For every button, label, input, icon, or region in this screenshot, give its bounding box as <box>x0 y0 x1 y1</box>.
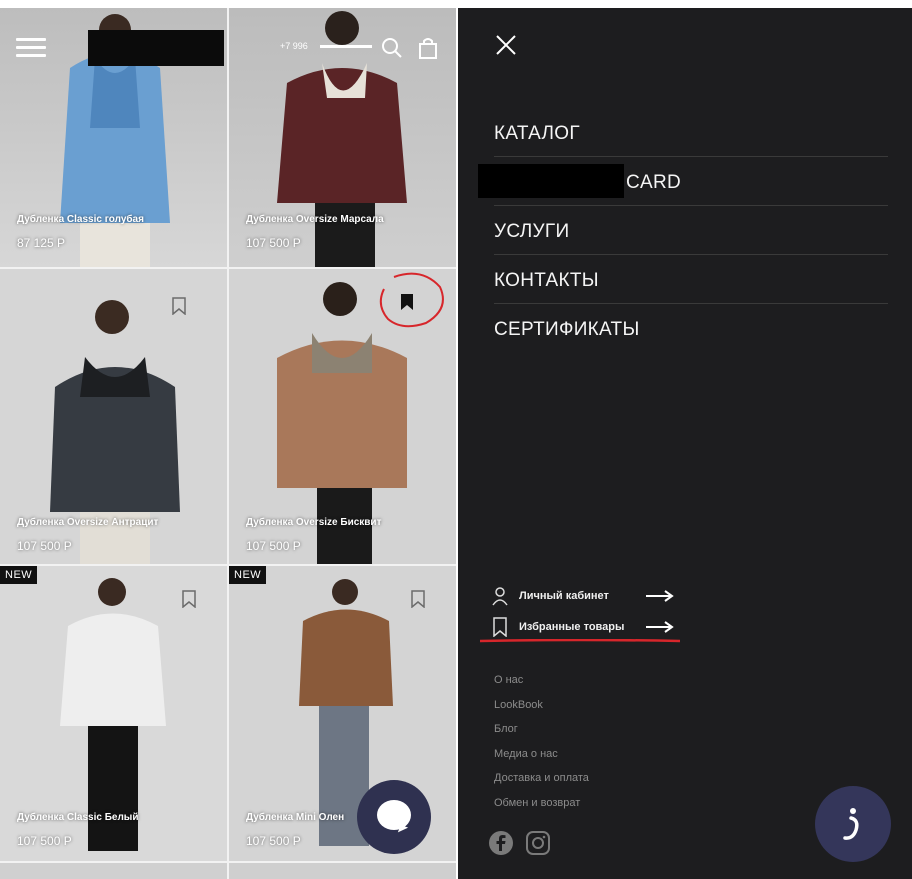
chat-button[interactable] <box>357 780 431 854</box>
new-badge: NEW <box>0 566 38 584</box>
product-name: Дубленка Oversize Бисквит <box>246 517 382 528</box>
menu-item-certificates[interactable]: СЕРТИФИКАТЫ <box>494 304 888 353</box>
menu-item-label: КАТАЛОГ <box>494 123 580 144</box>
product-card-peek <box>0 863 227 879</box>
favorites-link[interactable]: Избранные товары <box>491 617 711 639</box>
phone-underline <box>320 45 372 48</box>
product-price: 87 125 P <box>17 236 66 250</box>
side-menu-screen: КАТАЛОГ CARD УСЛУГИ КОНТАКТЫ СЕРТИФИКАТЫ… <box>458 8 912 879</box>
product-name: Дубленка Classic Белый <box>17 812 139 823</box>
menu-item-contacts[interactable]: КОНТАКТЫ <box>494 255 888 304</box>
bookmark-icon[interactable] <box>172 297 186 315</box>
assistant-button[interactable] <box>815 786 891 862</box>
annotation-circle <box>379 272 444 328</box>
product-card-peek <box>229 863 456 879</box>
product-card[interactable]: NEW Дубленка Classic Белый 107 500 P <box>0 566 227 861</box>
bag-icon[interactable] <box>416 36 440 60</box>
account-label: Личный кабинет <box>519 590 609 602</box>
account-link[interactable]: Личный кабинет <box>491 586 711 608</box>
menu-item-card[interactable]: CARD <box>478 157 888 206</box>
card-brand-redacted <box>478 164 624 198</box>
product-name: Дубленка Classic голубая <box>17 214 144 225</box>
menu-item-catalog[interactable]: КАТАЛОГ <box>494 108 888 157</box>
new-badge: NEW <box>229 566 267 584</box>
search-icon[interactable] <box>380 36 404 60</box>
chat-icon <box>377 800 411 830</box>
product-name: Дубленка Oversize Марсала <box>246 214 384 225</box>
footer-link[interactable]: Обмен и возврат <box>494 796 589 821</box>
instagram-icon[interactable] <box>525 830 551 856</box>
product-name: Дубленка Mini Олен <box>246 812 345 823</box>
arrow-right-icon <box>646 590 674 602</box>
menu-item-label: УСЛУГИ <box>494 221 570 242</box>
product-card[interactable]: Дубленка Oversize Бисквит 107 500 P <box>229 269 456 564</box>
product-price: 107 500 P <box>17 834 72 848</box>
footer-link[interactable]: О нас <box>494 673 589 698</box>
facebook-icon[interactable] <box>488 830 514 856</box>
user-icon <box>492 587 508 606</box>
bookmark-icon <box>493 617 507 637</box>
top-bar: +7 996 <box>0 8 456 84</box>
logo-redacted <box>88 30 224 66</box>
footer-link[interactable]: LookBook <box>494 698 589 723</box>
menu-item-label: СЕРТИФИКАТЫ <box>494 319 640 340</box>
menu-item-services[interactable]: УСЛУГИ <box>494 206 888 255</box>
brand-mark-icon <box>843 808 859 840</box>
product-card[interactable]: Дубленка Oversize Антрацит 107 500 P <box>0 269 227 564</box>
product-price: 107 500 P <box>246 834 301 848</box>
close-icon[interactable] <box>494 33 518 57</box>
bookmark-icon[interactable] <box>182 590 196 608</box>
main-menu: КАТАЛОГ CARD УСЛУГИ КОНТАКТЫ СЕРТИФИКАТЫ <box>478 108 888 353</box>
menu-item-label: КОНТАКТЫ <box>494 270 599 291</box>
product-price: 107 500 P <box>246 236 301 250</box>
product-price: 107 500 P <box>17 539 72 553</box>
footer-link[interactable]: Медиа о нас <box>494 747 589 772</box>
menu-icon[interactable] <box>16 38 46 58</box>
bookmark-icon[interactable] <box>411 590 425 608</box>
favorites-label: Избранные товары <box>519 621 625 633</box>
annotation-underline <box>480 639 680 643</box>
product-grid-screen: Дубленка Classic голубая 87 125 P Дублен… <box>0 8 456 879</box>
menu-item-label: CARD <box>626 172 682 193</box>
footer-link[interactable]: Блог <box>494 722 589 747</box>
product-price: 107 500 P <box>246 539 301 553</box>
footer-link[interactable]: Доставка и оплата <box>494 771 589 796</box>
arrow-right-icon <box>646 621 674 633</box>
footer-links: О нас LookBook Блог Медиа о нас Доставка… <box>494 673 589 821</box>
phone-number[interactable]: +7 996 <box>280 41 308 51</box>
product-name: Дубленка Oversize Антрацит <box>17 517 159 528</box>
